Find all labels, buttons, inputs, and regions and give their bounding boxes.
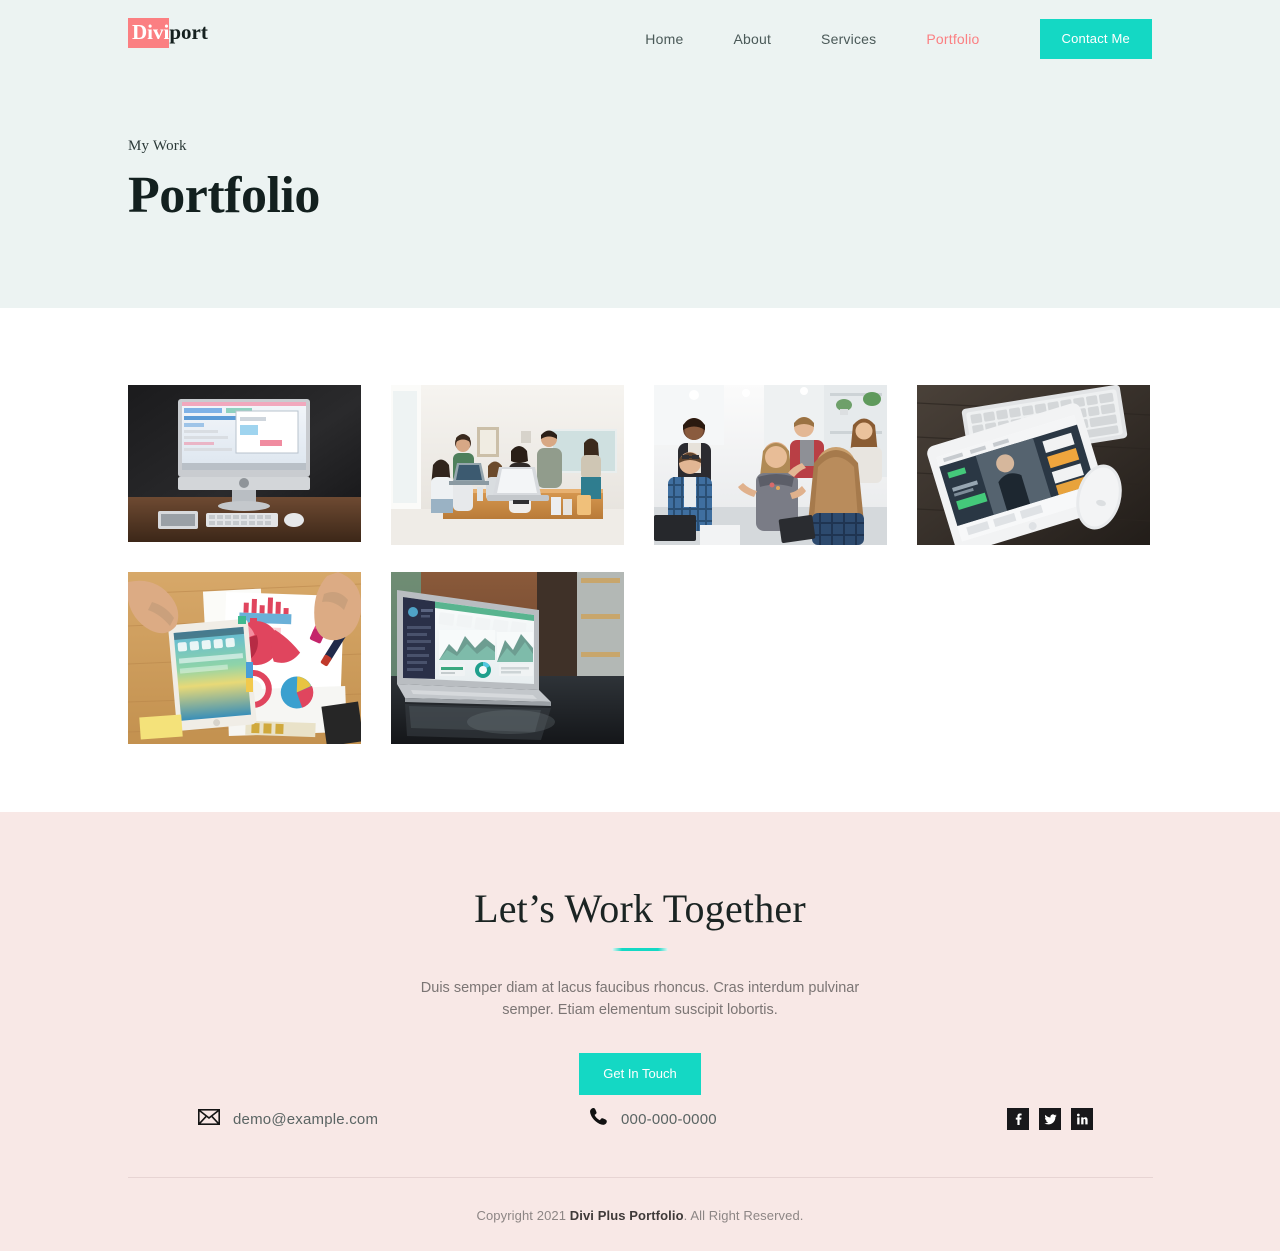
page-title: Portfolio (128, 167, 320, 224)
portfolio-image-office-group (654, 385, 887, 545)
navbar: Diviport Home About Services Portfolio C… (0, 0, 1280, 78)
contact-phone-value: 000-000-0000 (621, 1110, 717, 1128)
primary-navigation: Home About Services Portfolio Contact Me (620, 0, 1152, 78)
logo-rest: port (169, 20, 208, 44)
envelope-icon (198, 1108, 220, 1130)
copyright-text: Copyright 2021 Divi Plus Portfolio. All … (0, 1208, 1280, 1223)
contact-me-button[interactable]: Contact Me (1039, 19, 1152, 59)
cta-description: Duis semper diam at lacus faucibus rhonc… (420, 980, 860, 1018)
footer-divider (128, 1177, 1153, 1178)
portfolio-item-office-group-discussion[interactable] (654, 385, 887, 545)
portfolio-image-tablet-desk (917, 385, 1150, 545)
portfolio-item-tablet-keyboard-mouse[interactable] (917, 385, 1150, 545)
portfolio-item-laptop-analytics-dashboard[interactable] (391, 572, 624, 744)
hero-eyebrow: My Work (128, 138, 187, 154)
portfolio-grid (128, 385, 1153, 744)
cta-divider (612, 948, 668, 951)
logo-mark: Divi (128, 18, 170, 48)
copyright-suffix: . All Right Reserved. (683, 1208, 804, 1223)
portfolio-section (0, 308, 1280, 812)
cta-section: Let’s Work Together Duis semper diam at … (0, 812, 1280, 1251)
nav-item-portfolio[interactable]: Portfolio (901, 31, 1004, 47)
portfolio-item-imac-desktop-on-desk[interactable] (128, 385, 361, 542)
portfolio-row-1 (128, 385, 1153, 545)
portfolio-image-imac (128, 385, 361, 542)
portfolio-item-hands-tablet-charts-desk[interactable] (128, 572, 361, 744)
contact-email[interactable]: demo@example.com (128, 1108, 469, 1130)
social-links (810, 1108, 1151, 1130)
twitter-icon[interactable] (1039, 1108, 1061, 1130)
portfolio-image-team-bright (391, 385, 624, 545)
contact-email-value: demo@example.com (233, 1110, 379, 1128)
nav-item-about[interactable]: About (708, 31, 796, 47)
contact-phone[interactable]: 000-000-0000 (469, 1107, 810, 1131)
portfolio-image-charts-desk (128, 572, 361, 744)
contact-row: demo@example.com 000-000-0000 (128, 1107, 1153, 1131)
hero-text-block: My Work Portfolio (128, 138, 320, 224)
phone-icon (589, 1107, 608, 1131)
linkedin-icon[interactable] (1071, 1108, 1093, 1130)
facebook-icon[interactable] (1007, 1108, 1029, 1130)
cta-title: Let’s Work Together (474, 886, 806, 931)
nav-item-home[interactable]: Home (620, 31, 708, 47)
nav-item-services[interactable]: Services (796, 31, 901, 47)
copyright-brand: Divi Plus Portfolio (569, 1208, 684, 1223)
portfolio-image-laptop-dash (391, 572, 624, 744)
hero-section: Diviport Home About Services Portfolio C… (0, 0, 1280, 308)
cta-content: Let’s Work Together Duis semper diam at … (0, 812, 1280, 1095)
copyright-prefix: Copyright 2021 (476, 1208, 570, 1223)
portfolio-item-team-meeting-bright-room[interactable] (391, 385, 624, 545)
get-in-touch-button[interactable]: Get In Touch (579, 1053, 701, 1095)
portfolio-row-2 (128, 572, 1153, 744)
site-logo[interactable]: Diviport (128, 18, 208, 48)
